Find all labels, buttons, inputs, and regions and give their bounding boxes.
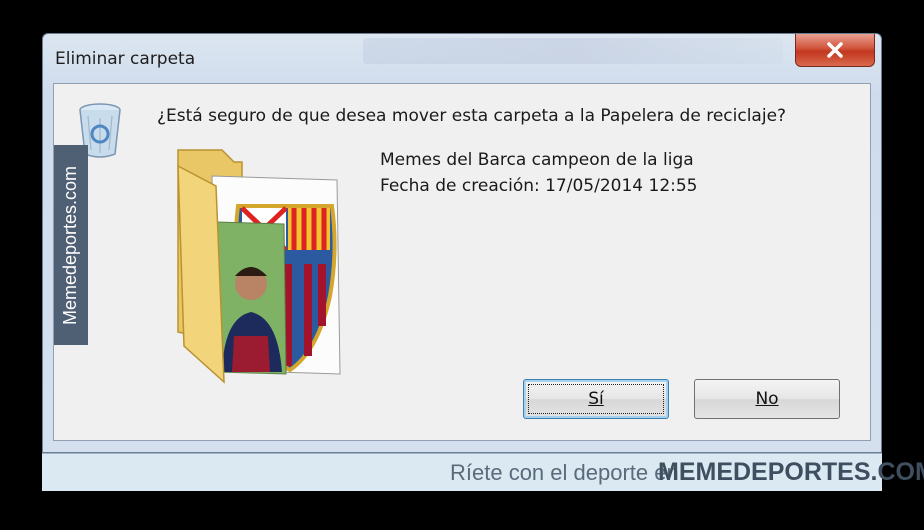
focus-rectangle [528,384,664,414]
folder-icon [177,149,341,384]
side-watermark: Memedeportes.com [54,145,88,345]
background-window-blur [363,38,783,64]
no-button[interactable]: No [694,379,840,419]
yes-button[interactable]: Sí [523,379,669,419]
creation-date: Fecha de creación: 17/05/2014 12:55 [380,176,698,196]
side-watermark-text: Memedeportes.com [60,165,81,325]
folder-name: Memes del Barca campeon de la liga [380,150,694,170]
no-button-label: No [755,389,779,409]
confirmation-question: ¿Está seguro de que desea mover esta car… [157,106,787,126]
close-button[interactable] [795,34,875,67]
close-icon [827,42,843,58]
footer-tagline: Ríete con el deporte en [450,460,679,485]
title-bar[interactable]: Eliminar carpeta [43,34,881,84]
watermark-footer: Ríete con el deporte en MEMEDEPORTES.COM [42,453,924,491]
dialog-title: Eliminar carpeta [55,49,196,69]
delete-folder-dialog: Eliminar carpeta ¿Está seguro de que des… [42,33,882,453]
dialog-content: ¿Está seguro de que desea mover esta car… [53,83,871,441]
footer-brand: MEMEDEPORTES.COM [658,458,924,486]
